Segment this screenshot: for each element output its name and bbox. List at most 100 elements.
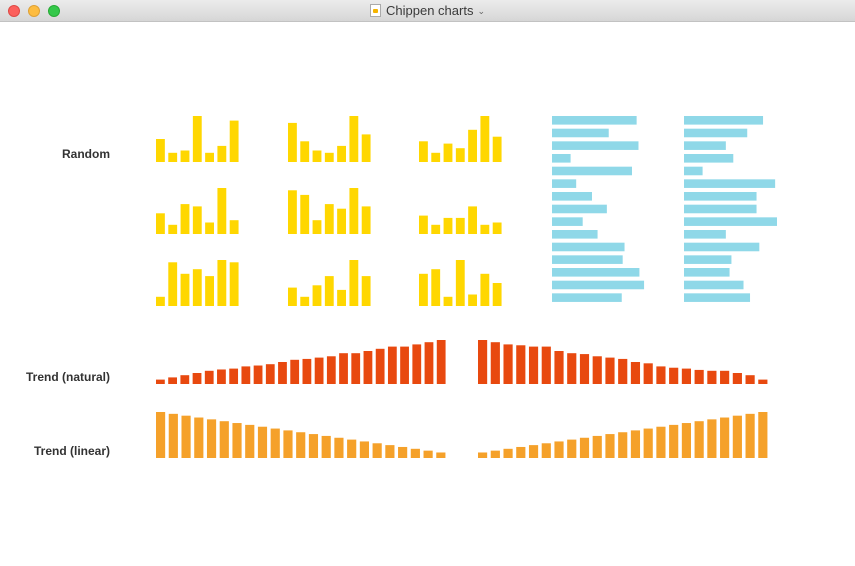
bar xyxy=(347,439,357,458)
bar xyxy=(194,417,204,458)
bar xyxy=(361,134,371,162)
bar xyxy=(643,428,653,458)
bar xyxy=(552,154,571,163)
bar xyxy=(552,268,640,277)
bar xyxy=(204,370,214,384)
bar xyxy=(192,116,202,162)
bar xyxy=(528,346,539,384)
bar xyxy=(205,276,214,306)
random-6-chart xyxy=(419,206,502,234)
bar xyxy=(478,452,488,458)
bar xyxy=(455,260,465,306)
bar xyxy=(361,206,371,234)
bar xyxy=(758,412,768,458)
bar xyxy=(314,357,324,384)
trend-linear-up-chart xyxy=(478,412,768,458)
bar xyxy=(278,362,287,384)
random-7-chart xyxy=(156,260,239,306)
bar xyxy=(720,370,730,384)
bar xyxy=(312,150,322,162)
bar xyxy=(205,222,214,234)
bar xyxy=(436,340,446,384)
bar xyxy=(337,208,346,234)
bar xyxy=(192,373,202,384)
bar xyxy=(229,262,239,306)
bar xyxy=(492,136,502,162)
bar xyxy=(232,423,242,458)
bar xyxy=(552,192,592,201)
bar xyxy=(431,224,441,234)
bar xyxy=(192,269,202,306)
bar xyxy=(669,367,679,384)
bar xyxy=(720,417,730,458)
bar xyxy=(217,188,227,234)
bar xyxy=(468,294,477,306)
bar xyxy=(431,269,441,306)
bar xyxy=(732,373,742,384)
bar xyxy=(707,370,717,384)
bar xyxy=(478,340,488,384)
random-8-chart xyxy=(288,260,371,306)
bar xyxy=(206,419,217,458)
bar xyxy=(180,150,190,162)
bar xyxy=(684,293,751,302)
bar xyxy=(669,424,679,458)
bar xyxy=(656,426,666,458)
bar xyxy=(552,179,577,188)
bar xyxy=(419,141,428,162)
bar xyxy=(516,446,526,458)
random-1-chart xyxy=(156,116,239,162)
bar xyxy=(528,445,539,458)
bar xyxy=(552,242,625,252)
bar xyxy=(443,217,453,234)
bar xyxy=(492,222,502,234)
bar xyxy=(337,145,346,162)
bar xyxy=(229,120,239,162)
bar xyxy=(424,342,434,384)
bar xyxy=(229,220,239,234)
bar xyxy=(684,204,757,214)
trend-natural-down-chart xyxy=(478,340,768,384)
bar xyxy=(684,242,760,252)
bar xyxy=(312,285,322,306)
bar xyxy=(324,152,334,162)
bar xyxy=(605,357,615,384)
bar xyxy=(168,377,177,384)
bar xyxy=(180,375,190,384)
random-hbar-2-chart xyxy=(684,116,777,302)
bar xyxy=(552,293,622,302)
bar xyxy=(300,141,310,162)
bar xyxy=(684,141,726,150)
bar xyxy=(552,217,583,226)
bar xyxy=(349,188,359,234)
bar xyxy=(270,428,280,458)
bar xyxy=(180,273,190,306)
bar xyxy=(503,448,513,458)
bar xyxy=(351,353,361,384)
bar xyxy=(241,366,251,384)
bar xyxy=(656,366,666,384)
bar xyxy=(455,148,465,162)
bar xyxy=(372,443,382,458)
bar xyxy=(349,260,359,306)
random-4-chart xyxy=(156,188,239,234)
bar xyxy=(324,204,334,234)
bar xyxy=(300,296,310,306)
bar xyxy=(681,368,691,384)
bar xyxy=(552,280,645,290)
bar xyxy=(387,346,397,384)
bar xyxy=(618,358,628,384)
bar xyxy=(758,379,768,384)
bar xyxy=(554,441,564,458)
bar xyxy=(552,116,637,125)
bar xyxy=(334,437,344,458)
bar xyxy=(288,122,297,162)
bar xyxy=(288,190,297,234)
bar xyxy=(385,445,395,458)
bar xyxy=(337,289,346,306)
bar xyxy=(181,415,191,458)
bar xyxy=(468,129,477,162)
bar xyxy=(296,432,306,458)
bar xyxy=(684,217,777,226)
bar xyxy=(156,296,165,306)
